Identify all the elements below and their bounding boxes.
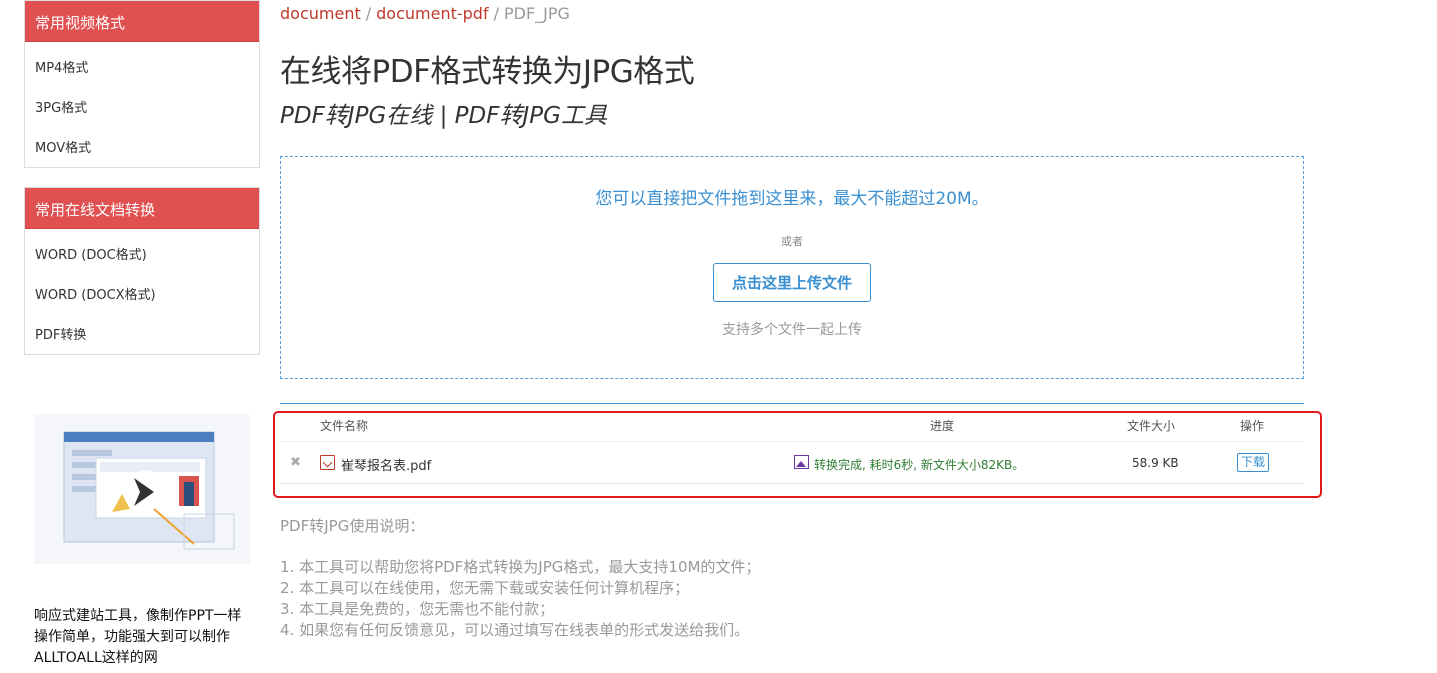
col-header-name: 文件名称 <box>320 419 369 433</box>
sidebar-item-mov[interactable]: MOV格式 <box>25 129 259 169</box>
video-formats-title: 常用视频格式 <box>25 1 259 45</box>
usage-item: 3. 本工具是免费的，您无需也不能付款； <box>280 600 555 618</box>
page-title: 在线将PDF格式转换为JPG格式 <box>280 54 695 90</box>
file-dropzone[interactable]: 您可以直接把文件拖到这里来，最大不能超过20M。 或者 点击这里上传文件 支持多… <box>280 156 1304 379</box>
promo-image[interactable] <box>34 414 250 564</box>
divider <box>280 403 1304 404</box>
page-subtitle: PDF转JPG在线 | PDF转JPG工具 <box>280 103 607 129</box>
sidebar-item-word-doc[interactable]: WORD (DOC格式) <box>25 236 259 276</box>
usage-title: PDF转JPG使用说明： <box>280 517 425 535</box>
file-table: 文件名称 进度 文件大小 操作 ✖ 崔琴报名表.pdf 转换完成, 耗时6秒, … <box>280 412 1304 484</box>
website-builder-illustration <box>34 414 250 564</box>
pdf-file-icon <box>320 455 335 470</box>
sidebar-item-pdf[interactable]: PDF转换 <box>25 316 259 356</box>
upload-button[interactable]: 点击这里上传文件 <box>713 263 871 302</box>
sidebar-item-word-docx[interactable]: WORD (DOCX格式) <box>25 276 259 316</box>
breadcrumb-current: PDF_JPG <box>503 4 570 23</box>
breadcrumb-document[interactable]: document <box>280 4 361 23</box>
file-name: 崔琴报名表.pdf <box>341 459 432 474</box>
image-icon <box>794 455 809 469</box>
breadcrumb-document-pdf[interactable]: document-pdf <box>376 4 488 23</box>
doc-convert-title: 常用在线文档转换 <box>25 188 259 232</box>
promo-text[interactable]: 响应式建站工具，像制作PPT一样操作简单，功能强大到可以制作ALLTOALL这样… <box>34 606 254 669</box>
dropzone-or: 或者 <box>781 235 803 248</box>
breadcrumb-separator: / <box>493 4 499 23</box>
breadcrumb: document / document-pdf / PDF_JPG <box>280 4 570 23</box>
sidebar-item-3pg[interactable]: 3PG格式 <box>25 89 259 129</box>
conversion-status: 转换完成, 耗时6秒, 新文件大小82KB。 <box>814 458 1025 472</box>
usage-notes: PDF转JPG使用说明： 1. 本工具可以帮助您将PDF格式转换为JPG格式，最… <box>280 516 760 641</box>
dropzone-instructions: 您可以直接把文件拖到这里来，最大不能超过20M。 <box>595 189 989 209</box>
usage-item: 2. 本工具可以在线使用，您无需下载或安装任何计算机程序； <box>280 579 690 597</box>
col-header-action: 操作 <box>1240 419 1265 433</box>
usage-item: 1. 本工具可以帮助您将PDF格式转换为JPG格式，最大支持10M的文件； <box>280 558 761 576</box>
usage-item: 4. 如果您有任何反馈意见，可以通过填写在线表单的形式发送给我们。 <box>280 621 750 639</box>
col-header-size: 文件大小 <box>1127 419 1176 433</box>
col-header-progress: 进度 <box>930 419 955 433</box>
dropzone-hint: 支持多个文件一起上传 <box>722 322 862 338</box>
sidebar-item-mp4[interactable]: MP4格式 <box>25 49 259 89</box>
doc-convert-panel: 常用在线文档转换 WORD (DOC格式) WORD (DOCX格式) PDF转… <box>24 187 260 355</box>
breadcrumb-separator: / <box>365 4 372 23</box>
file-size: 58.9 KB <box>1132 456 1179 470</box>
download-button[interactable]: 下载 <box>1237 453 1270 472</box>
table-header: 文件名称 进度 文件大小 操作 <box>280 412 1304 442</box>
table-row: ✖ 崔琴报名表.pdf 转换完成, 耗时6秒, 新文件大小82KB。 58.9 … <box>280 442 1304 484</box>
video-formats-panel: 常用视频格式 MP4格式 3PG格式 MOV格式 <box>24 0 260 168</box>
remove-file-icon[interactable]: ✖ <box>290 455 301 470</box>
